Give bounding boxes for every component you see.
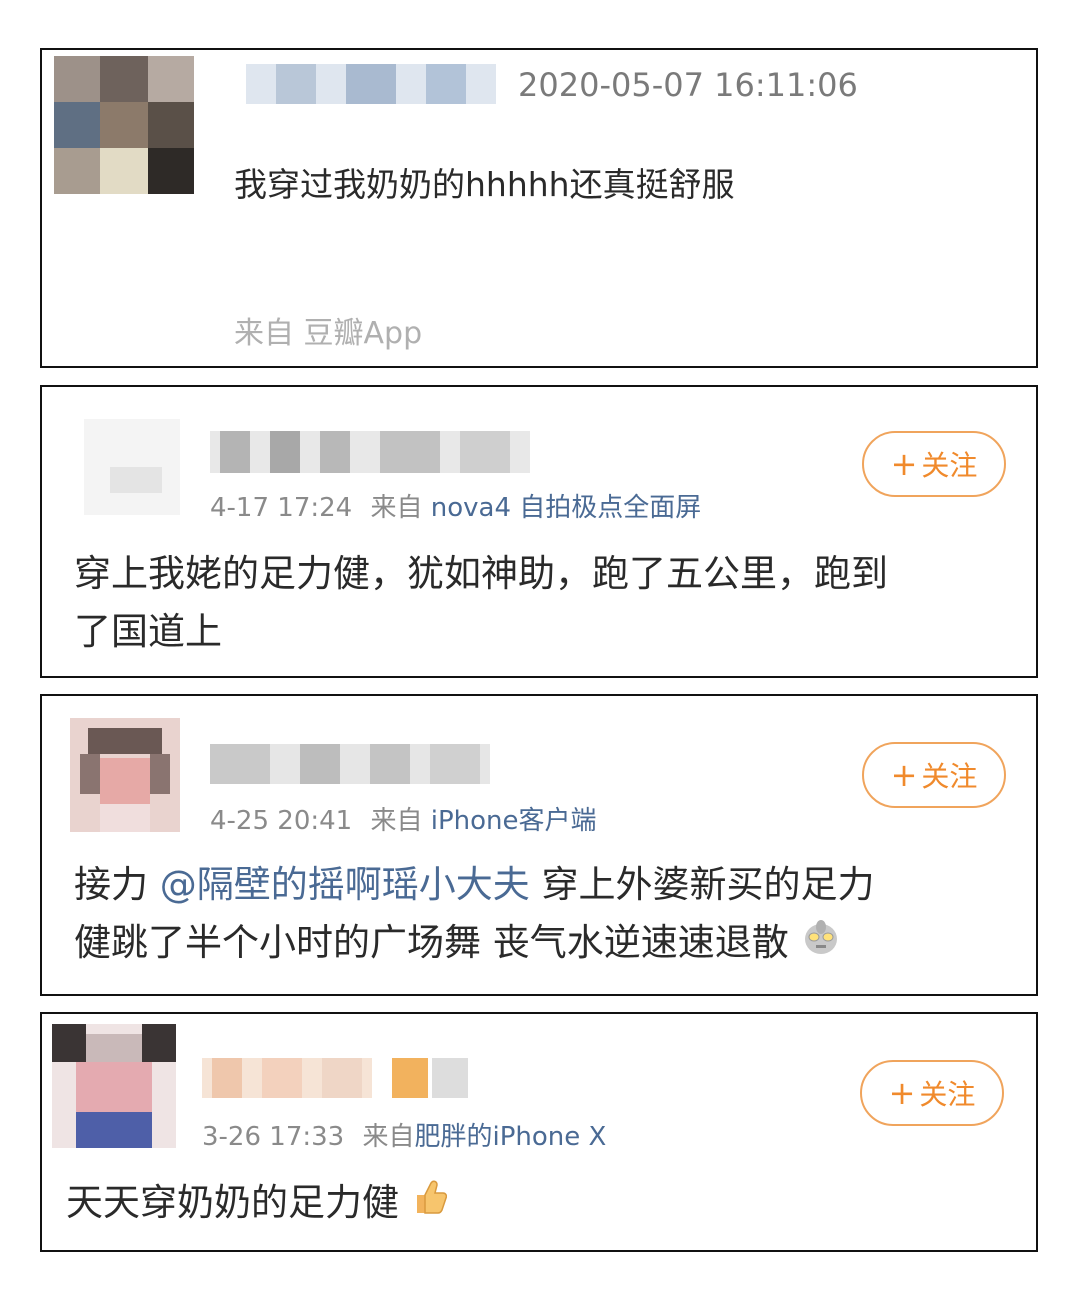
post-source: 来自 豆瓣App xyxy=(234,316,423,351)
post-time: 4-25 20:41 xyxy=(210,806,353,836)
post-text-content: 天天穿奶奶的足力健 xyxy=(66,1181,399,1224)
thumbs-up-emoji-icon xyxy=(411,1176,447,1234)
post-timestamp: 2020-05-07 16:11:06 xyxy=(518,66,858,104)
post-text-prefix: 接力 xyxy=(74,863,160,906)
post-meta: 3-26 17:33 来自肥胖的iPhone X xyxy=(202,1116,606,1153)
post-device[interactable]: nova4 自拍极点全面屏 xyxy=(431,493,702,523)
post-time: 4-17 17:24 xyxy=(210,493,353,523)
post-text-line2: 了国道上 xyxy=(74,610,222,653)
plus-icon: + xyxy=(890,756,918,794)
post-device[interactable]: iPhone客户端 xyxy=(431,806,597,836)
post-from-label: 来自 xyxy=(370,493,423,523)
post-card-3: 4-25 20:41 来自 iPhone客户端 + 关注 接力 @隔壁的摇啊瑶小… xyxy=(40,694,1038,996)
follow-label: 关注 xyxy=(921,449,978,482)
follow-label: 关注 xyxy=(919,1078,976,1111)
post-card-1: 2020-05-07 16:11:06 我穿过我奶奶的hhhhh还真挺舒服 来自… xyxy=(40,48,1038,368)
post-time: 3-26 17:33 xyxy=(202,1122,345,1152)
post-device[interactable]: 肥胖的iPhone X xyxy=(414,1122,606,1152)
follow-button[interactable]: + 关注 xyxy=(862,431,1006,497)
ultraman-emoji-icon xyxy=(801,916,841,974)
post-text-line1: 接力 @隔壁的摇啊瑶小大夫 穿上外婆新买的足力 xyxy=(74,856,875,914)
post-text: 我穿过我奶奶的hhhhh还真挺舒服 xyxy=(234,165,735,204)
avatar[interactable] xyxy=(54,56,194,194)
avatar[interactable] xyxy=(52,1024,176,1148)
post-from-label: 来自 xyxy=(370,806,423,836)
username-blurred[interactable] xyxy=(210,744,490,784)
username-blurred[interactable] xyxy=(246,64,496,104)
plus-icon: + xyxy=(890,445,918,483)
post-text-line2-content: 健跳了半个小时的广场舞 丧气水逆速速退散 xyxy=(74,921,789,964)
username-blurred[interactable] xyxy=(202,1058,472,1098)
post-text-line1: 穿上我姥的足力健，犹如神助，跑了五公里，跑到 xyxy=(74,552,888,595)
follow-button[interactable]: + 关注 xyxy=(860,1060,1004,1126)
post-meta: 4-17 17:24 来自 nova4 自拍极点全面屏 xyxy=(210,487,701,524)
username-blurred[interactable] xyxy=(210,431,530,473)
post-text-suffix: 穿上外婆新买的足力 xyxy=(529,863,875,906)
avatar[interactable] xyxy=(84,419,180,515)
follow-label: 关注 xyxy=(921,760,978,793)
post-meta: 4-25 20:41 来自 iPhone客户端 xyxy=(210,800,597,837)
post-card-2: 4-17 17:24 来自 nova4 自拍极点全面屏 + 关注 穿上我姥的足力… xyxy=(40,385,1038,678)
follow-button[interactable]: + 关注 xyxy=(862,742,1006,808)
user-mention-link[interactable]: @隔壁的摇啊瑶小大夫 xyxy=(160,863,530,906)
plus-icon: + xyxy=(888,1074,916,1112)
post-card-4: 3-26 17:33 来自肥胖的iPhone X + 关注 天天穿奶奶的足力健 xyxy=(40,1012,1038,1252)
post-text-line2: 健跳了半个小时的广场舞 丧气水逆速速退散 xyxy=(74,914,841,974)
post-from-label: 来自 xyxy=(362,1122,415,1152)
post-text: 天天穿奶奶的足力健 xyxy=(66,1174,447,1234)
avatar[interactable] xyxy=(70,718,180,832)
